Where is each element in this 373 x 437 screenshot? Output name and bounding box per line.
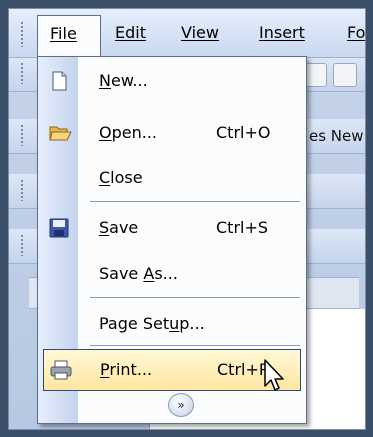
toolbar-grip[interactable] xyxy=(20,124,24,146)
menu-item-label: Print... xyxy=(100,360,153,379)
menu-insert[interactable]: Insert xyxy=(259,23,305,42)
menu-edit[interactable]: Edit xyxy=(115,23,146,42)
menu-edit-label: Edit xyxy=(115,23,146,42)
printer-icon xyxy=(49,359,72,381)
menu-insert-label: Insert xyxy=(259,23,305,42)
save-disk-icon xyxy=(48,217,70,239)
menu-item-open[interactable]: Open... Ctrl+O xyxy=(38,114,306,152)
toolbar-grip[interactable] xyxy=(20,62,24,84)
menu-item-label: Page Setup... xyxy=(99,314,205,333)
menu-item-shortcut: Ctrl+O xyxy=(216,123,271,142)
menu-file[interactable]: File xyxy=(37,15,101,57)
menu-item-label: Save As... xyxy=(99,264,178,283)
menu-item-shortcut: Ctrl+P xyxy=(217,360,269,379)
menu-item-label: Save xyxy=(99,218,139,237)
menu-item-label: Open... xyxy=(99,123,157,142)
chevron-double-down-icon[interactable]: » xyxy=(168,393,194,417)
menu-item-label: New... xyxy=(99,71,148,90)
mouse-cursor-icon xyxy=(264,359,284,391)
menubar-grip[interactable] xyxy=(20,21,24,47)
menu-item-save[interactable]: Save Ctrl+S xyxy=(38,209,306,247)
menu-item-save-as[interactable]: Save As... xyxy=(38,255,306,293)
menu-separator xyxy=(90,297,300,298)
toolbar-grip[interactable] xyxy=(20,179,24,201)
print-preview-icon[interactable] xyxy=(333,63,357,87)
menu-bar: File Edit View Insert Fo xyxy=(9,9,365,58)
menu-view[interactable]: View xyxy=(181,23,219,42)
application-window: es New File Edit View Insert Fo New... O… xyxy=(8,8,366,430)
menu-item-new[interactable]: New... xyxy=(38,62,306,100)
menu-separator xyxy=(90,345,300,346)
menu-view-label: View xyxy=(181,23,219,42)
new-document-icon xyxy=(48,70,70,92)
open-folder-icon xyxy=(48,122,72,144)
menu-format[interactable]: Fo xyxy=(347,23,365,42)
menu-item-shortcut: Ctrl+S xyxy=(216,218,269,237)
toolbar-grip[interactable] xyxy=(20,234,24,256)
menu-item-label: Close xyxy=(99,168,143,187)
menu-item-close[interactable]: Close xyxy=(38,159,306,197)
menu-separator xyxy=(90,201,300,202)
menu-item-page-setup[interactable]: Page Setup... xyxy=(38,305,306,343)
font-name-box[interactable]: es New xyxy=(309,127,364,145)
menu-file-label: File xyxy=(50,24,77,43)
menu-format-label: Fo xyxy=(347,23,366,42)
